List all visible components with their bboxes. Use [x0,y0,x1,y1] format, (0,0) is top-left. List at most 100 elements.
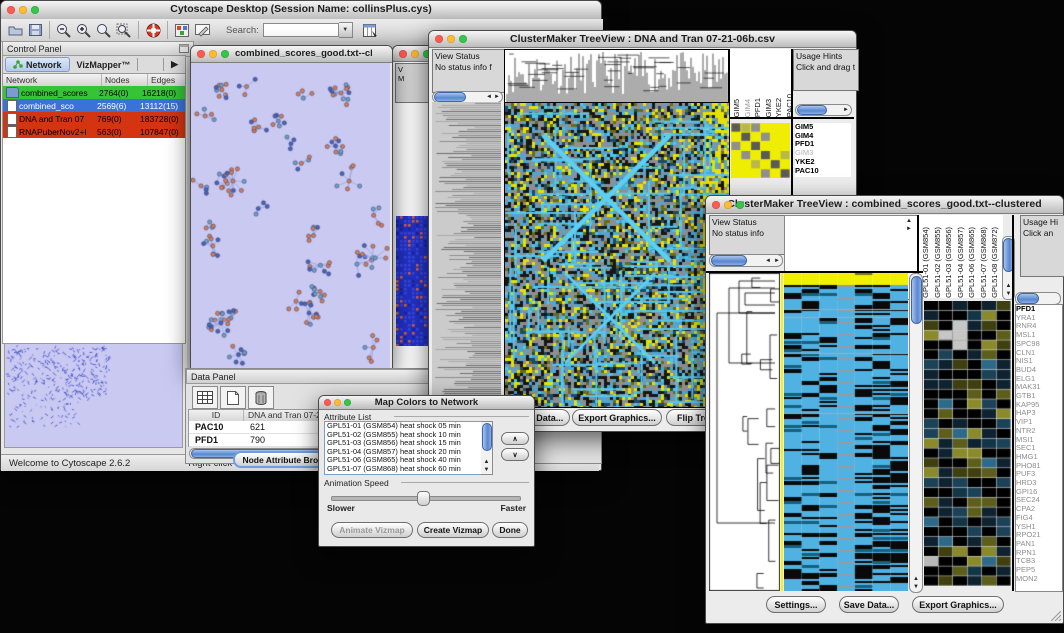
attribute-select-button[interactable] [192,386,218,409]
zoom-button[interactable] [221,50,229,58]
zoom-button[interactable] [31,6,39,14]
close-button[interactable] [399,50,407,58]
settings-button[interactable]: Settings... [766,596,826,613]
delete-attribute-button[interactable] [248,386,274,409]
float-panel-icon[interactable] [179,44,189,55]
treeview2-titlebar[interactable]: ClusterMaker TreeView : combined_scores_… [706,196,1063,214]
list-item[interactable]: GIM5 [732,99,742,117]
zoom-button[interactable] [459,35,467,43]
search-input[interactable] [263,23,339,37]
scroll-thumb[interactable] [434,92,466,102]
zoom-selected-button[interactable] [114,21,134,39]
zoom-fit-button[interactable] [94,21,114,39]
minimize-button[interactable] [209,50,217,58]
scroll-left-icon[interactable]: ◄ [765,258,771,264]
animate-vizmap-button[interactable]: Animate Vizmap [331,522,413,538]
scroll-right-icon[interactable]: ► [774,258,780,264]
list-item[interactable]: PAC10 [795,167,851,176]
list-item[interactable]: YKE2 [774,98,784,117]
network-overview-thumbnail[interactable] [4,343,183,448]
list-item[interactable]: GPL51-03 (GSM856) [944,227,954,298]
speed-slider-thumb[interactable] [417,491,430,506]
list-item[interactable]: GPL51-02 (GSM855) [933,227,943,298]
export-graphics-button[interactable]: Export Graphics... [572,409,662,426]
heatmap-global-view[interactable] [504,102,730,408]
minimize-button[interactable] [724,201,732,209]
tab-overflow-button[interactable]: ▶ [163,58,185,71]
network-row[interactable]: combined_sco2569(6)13112(15) [3,99,185,112]
list-item[interactable]: GPL51-04 (GSM857) [956,227,966,298]
scroll-right-icon[interactable]: ► [843,107,849,113]
tv2-heatmap-vscrollbar[interactable]: ▲ ▼ [909,273,923,593]
export-graphics-button[interactable]: Export Graphics... [912,596,1004,613]
move-up-button[interactable]: ∧ [501,432,529,445]
column-dendrogram[interactable] [504,49,730,103]
done-button[interactable]: Done [492,522,528,538]
vizmapper-tool-button[interactable] [172,21,192,39]
scroll-right-icon[interactable]: ► [906,226,912,232]
tab-network[interactable]: Network [5,57,70,72]
tv1-right-hscrollbar[interactable]: ► [795,104,852,116]
scroll-thumb[interactable] [1017,293,1039,304]
scroll-down-icon[interactable]: ▼ [1006,291,1012,297]
network-row[interactable]: DNA and Tran 07769(0)183728(0) [3,112,185,125]
list-item[interactable]: GIM3 [764,99,774,117]
resize-grip[interactable] [1051,611,1061,621]
attribute-list[interactable]: GPL51-01 (GSM854) heat shock 05 minGPL51… [324,421,483,475]
main-titlebar[interactable]: Cytoscape Desktop (Session Name: collins… [1,1,601,20]
close-button[interactable] [712,201,720,209]
open-file-button[interactable] [5,21,25,39]
row-dendrogram[interactable] [432,102,501,406]
zoom-in-button[interactable] [74,21,94,39]
row-dendrogram[interactable] [709,273,780,591]
tab-vizmapper[interactable]: VizMapper™ [70,58,139,71]
minimize-button[interactable] [447,35,455,43]
close-button[interactable] [197,50,205,58]
scroll-thumb[interactable] [711,255,747,266]
save-data-button[interactable]: Save Data... [839,596,899,613]
scroll-down-icon[interactable]: ▼ [484,467,490,473]
close-button[interactable] [435,35,443,43]
heatmap-global-view[interactable] [784,273,908,591]
network-row[interactable]: combined_scores2764(0)16218(0) [3,86,185,99]
list-item[interactable]: GPL51-08 (GSM872) [990,227,1000,298]
network-row[interactable]: RNAPuberNov2+I563(0)107847(0) [3,125,185,138]
heatmap-zoom-view[interactable] [731,123,790,178]
minimize-button[interactable] [411,50,419,58]
scroll-thumb[interactable] [797,105,827,115]
zoom-button[interactable] [344,399,351,406]
scroll-up-icon[interactable]: ▲ [1006,283,1012,289]
attribute-list-vscrollbar[interactable]: ▲ ▼ [481,421,493,475]
new-attribute-button[interactable] [220,386,246,409]
treeview1-titlebar[interactable]: ClusterMaker TreeView : DNA and Tran 07-… [429,31,856,48]
scroll-thumb[interactable] [482,423,492,451]
scroll-up-icon[interactable]: ▲ [484,459,490,465]
list-item[interactable]: GIM4 [743,99,753,117]
tv2-left-hscrollbar[interactable]: ◄ ► [709,254,783,267]
scroll-right-icon[interactable]: ► [494,94,500,100]
list-item[interactable]: MON2 [1016,575,1062,584]
create-vizmap-button[interactable]: Create Vizmap [417,522,489,538]
scroll-up-icon[interactable]: ▲ [906,218,912,224]
list-item[interactable]: PFD1 [753,98,763,117]
network-graph-canvas[interactable] [191,63,390,368]
move-down-button[interactable]: ∨ [501,448,529,461]
minimize-button[interactable] [19,6,27,14]
help-button[interactable] [143,21,163,39]
scroll-left-icon[interactable]: ◄ [486,94,492,100]
close-button[interactable] [324,399,331,406]
list-item[interactable]: GPL51-07 (GSM868) heat shock 60 min [325,465,482,474]
attribute-table-button[interactable] [361,21,381,39]
scroll-thumb[interactable] [911,276,922,324]
annotation-tool-button[interactable] [192,21,212,39]
list-item[interactable]: GPL51-07 (GSM868) [979,227,989,298]
zoom-out-button[interactable] [54,21,74,39]
zoom-button[interactable] [736,201,744,209]
search-dropdown-button[interactable]: ▼ [339,22,353,38]
scroll-down-icon[interactable]: ▼ [913,584,919,590]
scroll-up-icon[interactable]: ▲ [913,576,919,582]
close-button[interactable] [7,6,15,14]
minimize-button[interactable] [334,399,341,406]
dialog-titlebar[interactable]: Map Colors to Network [319,396,534,410]
heatmap-zoom-view[interactable] [924,301,1011,586]
